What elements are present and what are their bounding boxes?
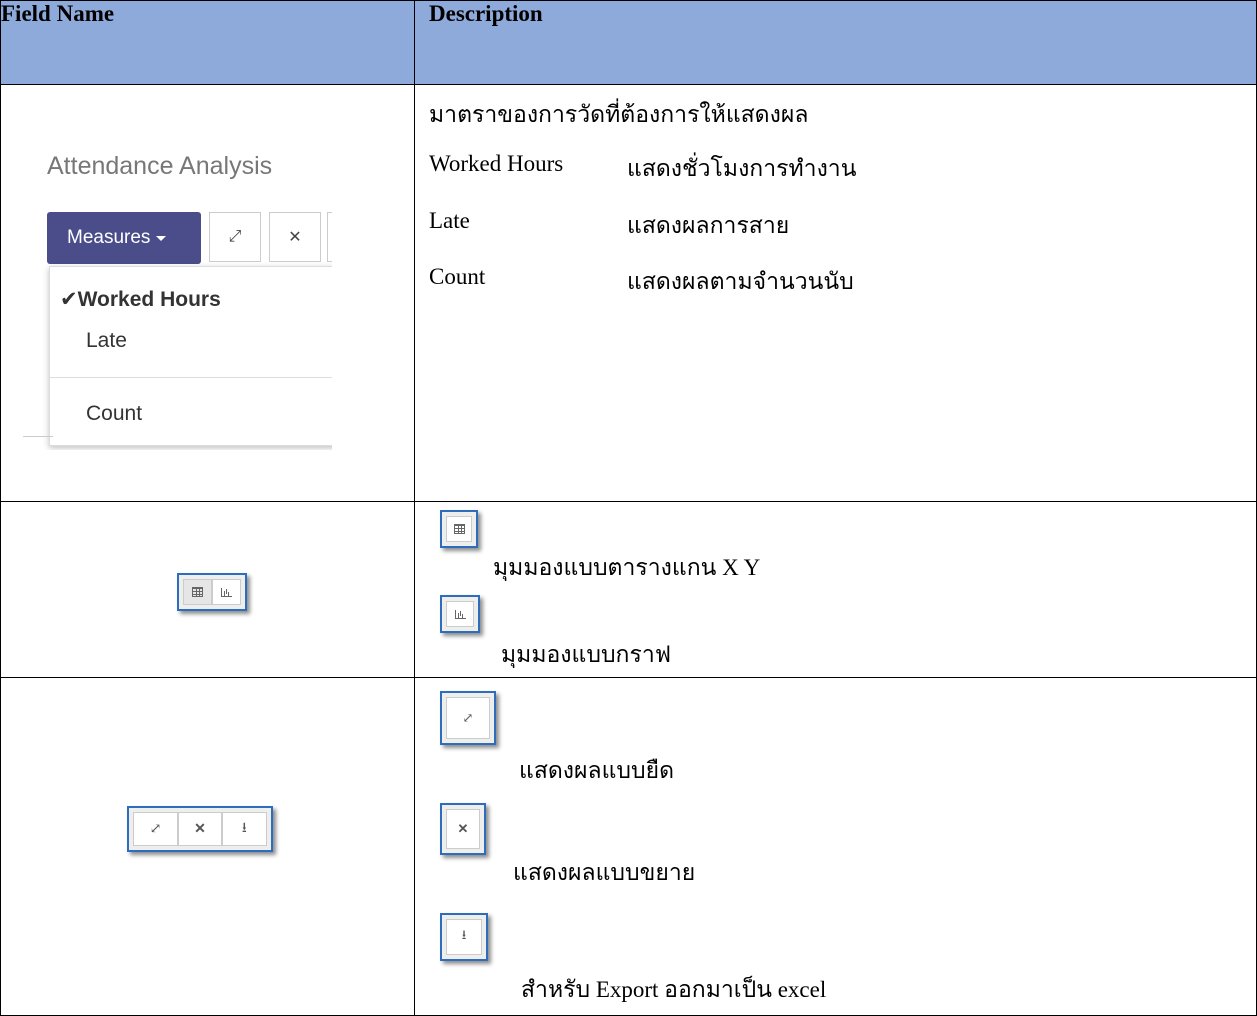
desc-label-late: Late bbox=[429, 208, 470, 233]
divider bbox=[23, 436, 53, 437]
page-title: Attendance Analysis bbox=[47, 152, 273, 180]
download-icon: ⭳ bbox=[461, 928, 467, 943]
fullscreen-icon: ✕ bbox=[457, 821, 469, 837]
download-button-sample[interactable]: ⭳ bbox=[440, 913, 488, 961]
header-field-name: Field Name bbox=[0, 0, 415, 85]
pivot-view-button-sample[interactable] bbox=[440, 510, 478, 548]
menu-item-worked-hours[interactable]: ✔Worked Hours bbox=[60, 287, 221, 312]
toolbar-button-partial[interactable] bbox=[327, 212, 332, 262]
expand-button[interactable]: ⤢ bbox=[209, 212, 261, 262]
actions-description-cell: ⤢ แสดงผลแบบยืด ✕ แสดงผลแบบขยาย ⭳ สำหรับ … bbox=[414, 677, 1257, 1016]
menu-item-late[interactable]: Late bbox=[86, 329, 127, 353]
bar-chart-icon bbox=[454, 609, 466, 619]
measures-screenshot: Attendance Analysis Measures ⤢ ✕ ✔Worked… bbox=[23, 130, 332, 450]
menu-item-label: Worked Hours bbox=[77, 288, 221, 311]
fullscreen-desc: แสดงผลแบบขยาย bbox=[513, 860, 696, 885]
desc-label-count: Count bbox=[429, 264, 486, 289]
action-button-group: ⤢ ✕ ⭳ bbox=[127, 806, 273, 852]
desc-text-count: แสดงผลตามจำนวนนับ bbox=[627, 269, 854, 294]
field-description-table: Field Name Description Attendance Analys… bbox=[0, 0, 1257, 1016]
measures-dropdown: ✔Worked Hours Late Count bbox=[49, 266, 332, 446]
pivot-view-desc: มุมมองแบบตารางแกน X Y bbox=[493, 555, 761, 580]
expand-button[interactable]: ⤢ bbox=[133, 812, 179, 846]
expand-button-sample[interactable]: ⤢ bbox=[440, 691, 496, 745]
measures-button[interactable]: Measures bbox=[47, 212, 201, 264]
fullscreen-button-sample[interactable]: ✕ bbox=[440, 803, 486, 855]
export-desc: สำหรับ Export ออกมาเป็น excel bbox=[521, 977, 827, 1002]
caret-down-icon bbox=[156, 235, 167, 241]
view-switch-description-cell: มุมมองแบบตารางแกน X Y มุมมองแบบกราฟ bbox=[414, 501, 1257, 678]
desc-text-late: แสดงผลการสาย bbox=[627, 213, 790, 238]
desc-label-worked-hours: Worked Hours bbox=[429, 151, 564, 176]
view-switch-group bbox=[177, 573, 247, 611]
menu-item-count[interactable]: Count bbox=[86, 402, 142, 426]
measures-description-cell: มาตราของการวัดที่ต้องการให้แสดงผล Worked… bbox=[414, 84, 1257, 502]
desc-text-worked-hours: แสดงชั่วโมงการทำงาน bbox=[627, 156, 857, 181]
menu-divider bbox=[50, 377, 332, 378]
graph-view-button[interactable] bbox=[212, 579, 241, 605]
expand-icon: ⤢ bbox=[228, 228, 242, 245]
bar-chart-icon bbox=[221, 587, 232, 597]
actions-field-cell: ⤢ ✕ ⭳ bbox=[0, 677, 415, 1016]
expand-desc: แสดงผลแบบยืด bbox=[519, 758, 675, 783]
table-icon bbox=[453, 524, 465, 534]
download-button[interactable]: ⭳ bbox=[221, 812, 268, 846]
expand-icon: ⤢ bbox=[149, 821, 162, 837]
pivot-view-button[interactable] bbox=[183, 579, 212, 605]
graph-view-desc: มุมมองแบบกราฟ bbox=[501, 642, 672, 667]
expand-icon: ⤢ bbox=[462, 710, 474, 726]
download-icon: ⭳ bbox=[241, 820, 247, 836]
view-switch-field-cell bbox=[0, 501, 415, 678]
fullscreen-icon: ✕ bbox=[288, 229, 302, 246]
measures-button-label: Measures bbox=[67, 227, 151, 248]
fullscreen-icon: ✕ bbox=[194, 821, 206, 837]
check-icon: ✔ bbox=[60, 288, 78, 311]
measures-field-cell: Attendance Analysis Measures ⤢ ✕ ✔Worked… bbox=[0, 84, 415, 502]
graph-view-button-sample[interactable] bbox=[440, 595, 480, 633]
fullscreen-button[interactable]: ✕ bbox=[269, 212, 321, 262]
fullscreen-button[interactable]: ✕ bbox=[178, 812, 222, 846]
header-description: Description bbox=[414, 0, 1257, 85]
table-icon bbox=[192, 587, 203, 597]
measures-desc-title: มาตราของการวัดที่ต้องการให้แสดงผล bbox=[429, 102, 809, 127]
